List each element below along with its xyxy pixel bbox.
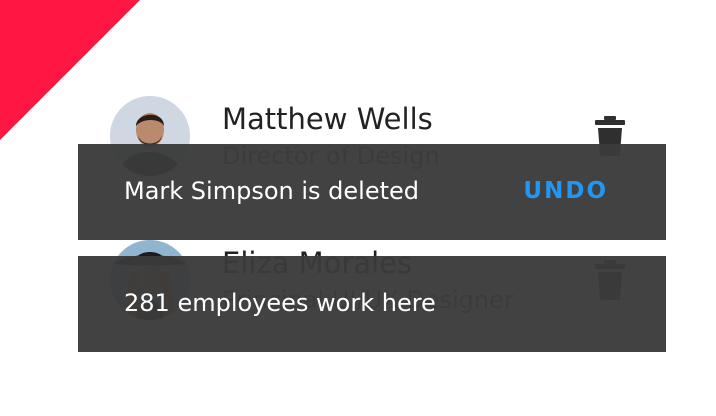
snackbar-info: 281 employees work here	[78, 256, 666, 352]
snackbar-message: Mark Simpson is deleted	[124, 177, 419, 205]
undo-button[interactable]: UNDO	[523, 178, 608, 204]
contact-name: Matthew Wells	[222, 102, 433, 136]
snackbar-message: 281 employees work here	[124, 289, 436, 317]
snackbar-deleted: Mark Simpson is deleted UNDO	[78, 144, 666, 240]
